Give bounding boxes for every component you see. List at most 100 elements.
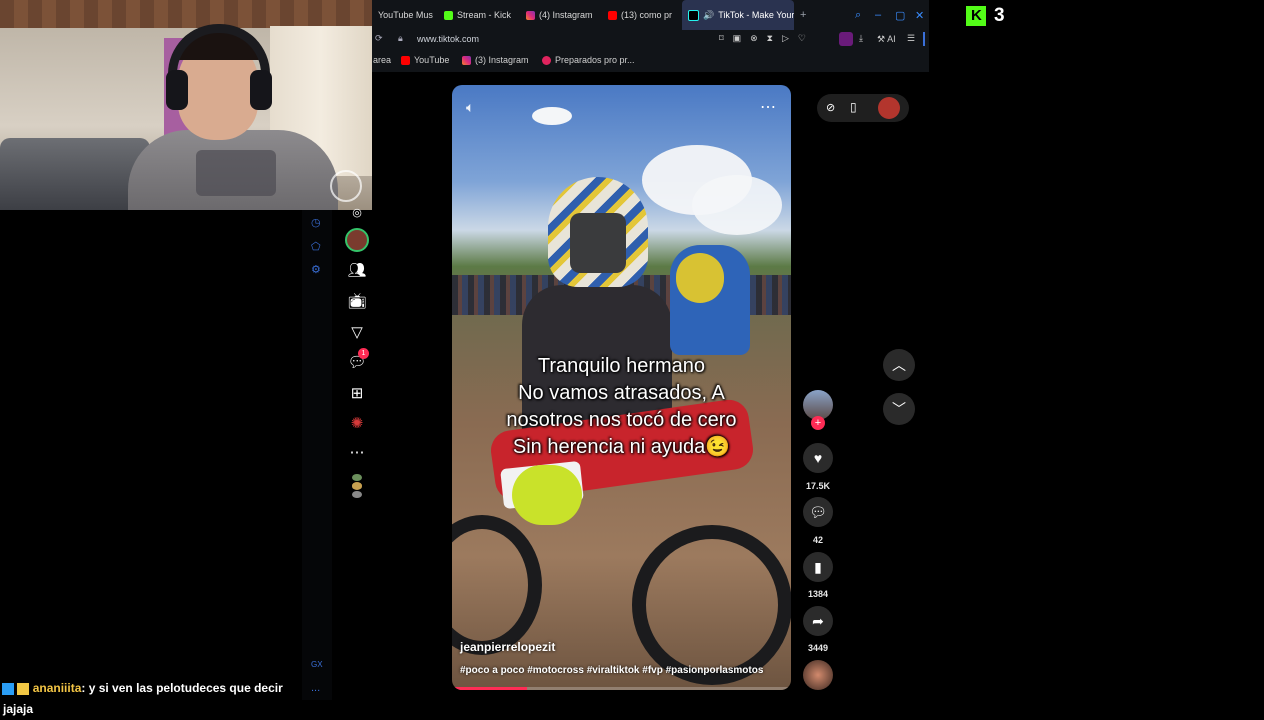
tab-kick[interactable]: Stream - Kick: [438, 0, 520, 30]
crown-badge-icon: [17, 682, 30, 695]
compass-icon[interactable]: ⊘: [826, 101, 835, 114]
tiktok-icon: [688, 9, 699, 21]
video-hashtags[interactable]: #poco a poco #motocross #viraltiktok #fv…: [460, 665, 763, 676]
comment-count: 42: [812, 535, 823, 545]
instagram-icon: [462, 55, 471, 65]
profile-avatar[interactable]: [345, 228, 369, 252]
follow-plus-icon[interactable]: +: [811, 416, 825, 430]
share-icon: ➦: [812, 612, 824, 629]
upload-icon[interactable]: ⊞: [345, 381, 369, 405]
bookmark-label: YouTube: [414, 55, 450, 65]
extensions-icon[interactable]: ⬠: [311, 240, 323, 253]
device-icon[interactable]: ▯: [850, 100, 857, 114]
live-icon[interactable]: 📺︎: [345, 289, 369, 313]
minimize-icon[interactable]: –: [869, 0, 889, 30]
maximize-icon[interactable]: ▢: [889, 0, 909, 30]
viewer-count: 3: [994, 5, 1005, 26]
bookmark-instagram[interactable]: (3) Instagram: [462, 55, 529, 65]
video-author[interactable]: jeanpierrelopezit: [460, 640, 555, 654]
tiktok-side-nav: ◎ 👥︎ 📺︎ ▽ 💬︎ 1 ⊞ ✺ ⋯: [340, 207, 374, 520]
webcam-ceiling: [0, 0, 372, 28]
comment-button[interactable]: 💬︎: [803, 497, 833, 527]
following-icon[interactable]: 👥︎: [345, 258, 369, 282]
previous-video-button[interactable]: ︿: [883, 349, 915, 381]
address-toolbar-icons[interactable]: ⌑▣⊗⧗▷♡: [719, 33, 815, 44]
tab-youtube-music[interactable]: YouTube Mus: [372, 0, 438, 30]
bookmark-area[interactable]: area: [373, 55, 391, 65]
tab-label: (13) como pr: [621, 10, 673, 20]
address-bar: ⟳ 🔒︎ www.tiktok.com ⌑▣⊗⧗▷♡ ⤓ ⚒ AI ☰: [372, 30, 929, 50]
like-button[interactable]: ♥: [803, 443, 833, 473]
avatar: [352, 490, 362, 498]
floating-controls: ⊘ ▯: [817, 94, 909, 122]
kick-icon: K: [966, 6, 986, 26]
caption-line: nosotros nos tocó de cero: [506, 409, 737, 431]
rider-glove: [512, 465, 582, 525]
video-player[interactable]: 18 🔈︎ ⋯ Tranquilo hermano No vamos atras…: [452, 85, 791, 690]
url-text[interactable]: www.tiktok.com: [417, 34, 479, 44]
share-button[interactable]: ➦: [803, 606, 833, 636]
gx-label: GX: [311, 660, 323, 669]
bookmark-youtube[interactable]: YouTube: [401, 55, 449, 65]
tab-label: (4) Instagram: [539, 10, 593, 20]
chat-message: ananiiita: y si ven las pelotudeces que …: [2, 681, 302, 695]
chat-username[interactable]: ananiiita: [33, 681, 82, 695]
tab-label: TikTok - Make Your: [718, 10, 794, 20]
mute-icon[interactable]: 🔈︎: [466, 99, 474, 116]
tab-instagram[interactable]: (4) Instagram: [520, 0, 602, 30]
settings-icon[interactable]: ⚙: [311, 263, 323, 276]
headset-earcup-left: [166, 70, 188, 110]
next-video-button[interactable]: ﹀: [883, 393, 915, 425]
ai-button[interactable]: ⚒ AI: [877, 34, 896, 45]
explore-icon[interactable]: ◎: [345, 200, 369, 224]
reload-icon[interactable]: ⟳: [375, 33, 383, 44]
podcast-icon: [542, 55, 551, 65]
bookmark-podcast[interactable]: Preparados pro pr...: [542, 55, 635, 65]
video-more-icon[interactable]: ⋯: [760, 97, 776, 117]
caption-line: Sin herencia ni ayuda😉: [512, 436, 731, 458]
share-count: 3449: [807, 643, 829, 653]
caption-line: Tranquilo hermano: [537, 355, 706, 377]
chevron-down-icon: ﹀: [892, 401, 906, 417]
youtube-icon: [401, 55, 410, 65]
ai-label: AI: [887, 34, 896, 44]
tab-tiktok[interactable]: 🔊 TikTok - Make Your: [682, 0, 794, 30]
history-icon[interactable]: ◷: [311, 216, 323, 229]
cloud: [692, 175, 782, 235]
youtube-icon: [608, 10, 617, 20]
menu-icon[interactable]: ☰: [907, 33, 915, 44]
chevron-up-icon: ︿: [892, 357, 906, 373]
cloud: [532, 107, 572, 125]
messages-badge: 1: [358, 348, 369, 359]
video-progress-fill: [452, 687, 527, 690]
opera-sidebar: ◷ ⬠ ⚙ GX ...: [302, 210, 332, 700]
avatar: [345, 228, 369, 252]
badge-icon: [2, 682, 14, 695]
kick-viewer-count: K 3: [966, 4, 1005, 28]
sidebar-more-icon[interactable]: ...: [311, 682, 323, 694]
save-count: 1384: [807, 589, 829, 599]
bookmark-icon: ▮: [814, 558, 822, 575]
tab-youtube-video[interactable]: (13) como pr: [602, 0, 682, 30]
close-icon[interactable]: ✕: [909, 0, 929, 30]
music-disc-icon[interactable]: [803, 660, 833, 690]
search-tabs-icon[interactable]: ⌕: [849, 0, 869, 30]
profile-icon[interactable]: ✺: [345, 411, 369, 435]
video-caption: Tranquilo hermano No vamos atrasados, A …: [452, 353, 791, 461]
heart-icon: ♥: [813, 450, 823, 466]
messages-icon[interactable]: 💬︎ 1: [345, 348, 369, 374]
new-tab-button[interactable]: +: [794, 0, 818, 30]
webcam-overlay: [0, 0, 372, 210]
bookmark-label: area: [373, 55, 392, 65]
save-button[interactable]: ▮: [803, 552, 833, 582]
rider-face: [570, 213, 626, 273]
more-icon[interactable]: ⋯: [345, 440, 369, 464]
send-icon[interactable]: ▽: [345, 320, 369, 344]
avatar: [352, 482, 362, 490]
video-progress-bar[interactable]: [452, 687, 791, 690]
following-accounts-icon[interactable]: [345, 474, 369, 498]
instagram-icon: [526, 10, 535, 20]
extension-icon[interactable]: [839, 32, 853, 46]
user-avatar[interactable]: [878, 97, 900, 119]
download-icon[interactable]: ⤓: [859, 33, 863, 44]
